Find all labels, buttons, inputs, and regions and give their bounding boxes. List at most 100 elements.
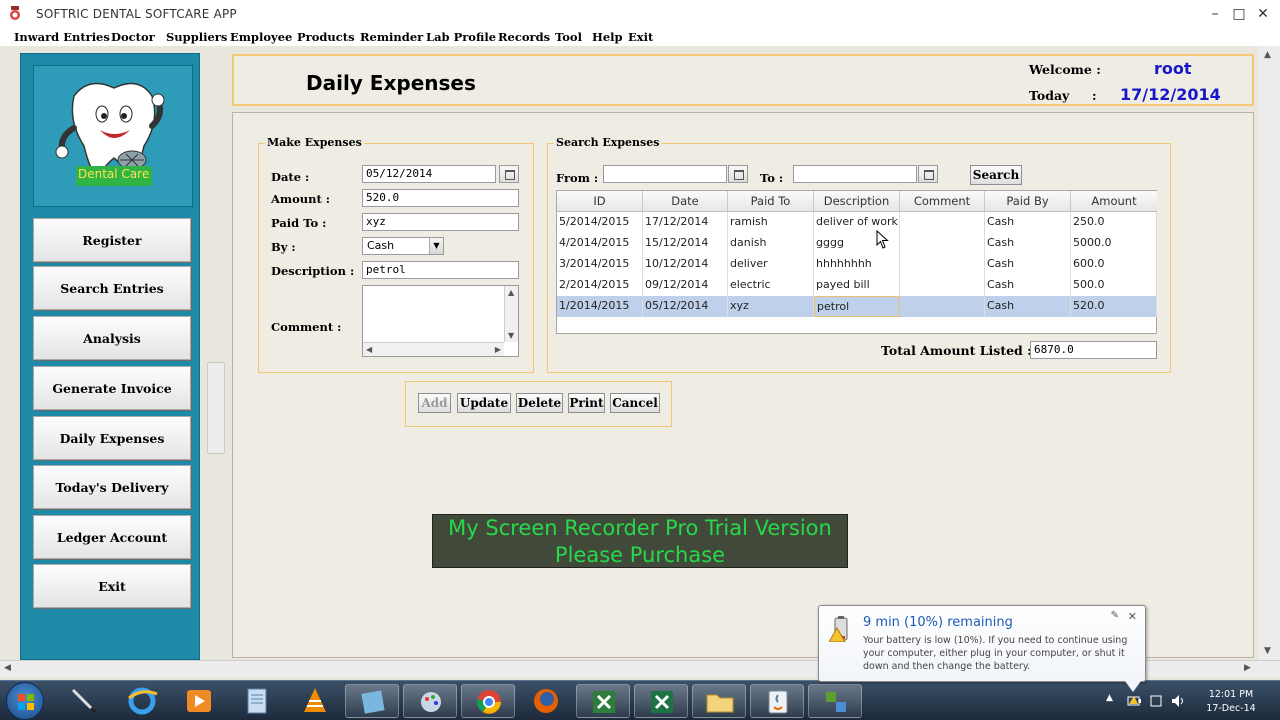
cell-comment [900,212,985,233]
analysis-button[interactable]: Analysis [33,316,191,360]
folder-icon[interactable] [692,684,746,718]
scroll-up-icon[interactable]: ▲ [508,288,514,297]
cell-paid-to: ramish [728,212,814,233]
to-calendar-icon[interactable] [918,165,938,183]
scroll-right-icon[interactable]: ▶ [495,345,501,354]
menu-exit[interactable]: Exit [628,30,653,44]
notepad-icon[interactable] [230,684,284,718]
menu-help[interactable]: Help [592,30,623,44]
comment-horizontal-scrollbar[interactable]: ◀ ▶ [363,342,504,356]
cell-amount: 520.0 [1071,296,1157,317]
search-button[interactable]: Search [970,165,1022,185]
by-label: By : [271,240,296,254]
table-row-selected[interactable]: 1/2014/2015 05/12/2014 xyz petrol Cash 5… [557,296,1157,317]
delete-button[interactable]: Delete [516,393,563,413]
to-date-field[interactable] [793,165,917,183]
sidebar-scrollbar[interactable] [207,362,225,454]
maximize-icon[interactable]: □ [1230,5,1248,23]
taskbar: ▲ [0,680,1280,720]
menu-records[interactable]: Records [498,30,550,44]
from-date-field[interactable] [603,165,727,183]
update-button[interactable]: Update [457,393,511,413]
table-row[interactable]: 5/2014/2015 17/12/2014 ramish deliver of… [557,212,1157,233]
notebook-icon[interactable] [345,684,399,718]
column-header-date[interactable]: Date [643,191,728,212]
menu-suppliers[interactable]: Suppliers [166,30,227,44]
scroll-down-icon[interactable]: ▼ [508,331,514,340]
today-colon: : [1092,88,1097,103]
spreadsheet-icon[interactable] [576,684,630,718]
menu-inward-entries[interactable]: Inward Entries [14,30,110,44]
date-field[interactable]: 05/12/2014 [362,165,496,183]
java-icon[interactable] [750,684,804,718]
menu-lab-profile[interactable]: Lab Profile [426,30,496,44]
column-header-comment[interactable]: Comment [900,191,985,212]
cell-paid-by: Cash [985,296,1071,317]
chrome-icon[interactable] [461,684,515,718]
menu-reminder[interactable]: Reminder [360,30,423,44]
action-center-icon[interactable] [1148,693,1164,709]
vlc-icon[interactable] [288,684,342,718]
battery-notification[interactable]: ✎ ✕ 9 min (10%) remaining Your battery i… [818,605,1146,692]
chevron-down-icon[interactable]: ▼ [429,238,443,254]
register-button[interactable]: Register [33,218,191,262]
column-header-id[interactable]: ID [557,191,643,212]
firefox-icon[interactable] [519,684,573,718]
tray-expand-icon[interactable]: ▲ [1106,693,1113,703]
pen-icon[interactable] [57,684,111,718]
column-header-paid-to[interactable]: Paid To [728,191,814,212]
clock-time: 12:01 PM [1208,689,1254,700]
sidebar-exit-button[interactable]: Exit [33,564,191,608]
menu-doctor[interactable]: Doctor [111,30,155,44]
print-button[interactable]: Print [568,393,605,413]
column-header-amount[interactable]: Amount [1071,191,1157,212]
start-icon[interactable] [6,682,44,720]
search-entries-button[interactable]: Search Entries [33,266,191,310]
network-icon[interactable] [808,684,862,718]
close-icon[interactable]: ✕ [1254,5,1272,23]
column-header-description[interactable]: Description [814,191,900,212]
battery-warning-icon[interactable] [1126,693,1142,709]
amount-field[interactable]: 520.0 [362,189,519,207]
table-row[interactable]: 3/2014/2015 10/12/2014 deliver hhhhhhhh … [557,254,1157,275]
tray-clock[interactable]: 12:01 PM 17-Dec-14 [1196,688,1266,716]
comment-field[interactable]: ▲ ▼ ◀ ▶ [362,285,519,357]
scroll-down-icon[interactable]: ▼ [1264,646,1271,656]
generate-invoice-button[interactable]: Generate Invoice [33,366,191,410]
comment-vertical-scrollbar[interactable]: ▲ ▼ [504,286,518,342]
minimize-icon[interactable]: – [1206,5,1224,23]
scroll-left-icon[interactable]: ◀ [366,345,372,354]
excel-icon[interactable] [634,684,688,718]
daily-expenses-button[interactable]: Daily Expenses [33,416,191,460]
window-vertical-scrollbar[interactable]: ▲ ▼ [1258,46,1280,660]
menu-products[interactable]: Products [297,30,355,44]
logo: Dental Care [33,65,193,207]
paint-icon[interactable] [403,684,457,718]
menu-employee[interactable]: Employee [230,30,292,44]
payment-method-select[interactable]: Cash ▼ [362,237,444,255]
menu-tool[interactable]: Tool [555,30,582,44]
add-button[interactable]: Add [418,393,451,413]
today-label: Today [1029,88,1070,103]
cell-paid-to: xyz [728,296,814,317]
table-row[interactable]: 2/2014/2015 09/12/2014 electric payed bi… [557,275,1157,296]
from-calendar-icon[interactable] [728,165,748,183]
scroll-left-icon[interactable]: ◀ [4,663,11,673]
date-calendar-icon[interactable] [499,165,519,183]
media-player-icon[interactable] [172,684,226,718]
ledger-account-button[interactable]: Ledger Account [33,515,191,559]
description-field[interactable]: petrol [362,261,519,279]
scroll-right-icon[interactable]: ▶ [1244,663,1251,673]
cancel-button[interactable]: Cancel [610,393,660,413]
paid-to-field[interactable]: xyz [362,213,519,231]
column-header-paid-by[interactable]: Paid By [985,191,1071,212]
scroll-up-icon[interactable]: ▲ [1264,50,1271,60]
total-amount-label: Total Amount Listed : [881,343,1032,358]
make-expenses-group: Make Expenses Date : 05/12/2014 Amount :… [258,136,534,373]
table-row[interactable]: 4/2014/2015 15/12/2014 danish gggg Cash … [557,233,1157,254]
internet-explorer-icon[interactable] [115,684,169,718]
close-notification-icon[interactable]: ✕ [1128,610,1137,623]
todays-delivery-button[interactable]: Today's Delivery [33,465,191,509]
volume-icon[interactable] [1170,693,1186,709]
pin-icon[interactable]: ✎ [1111,610,1119,621]
